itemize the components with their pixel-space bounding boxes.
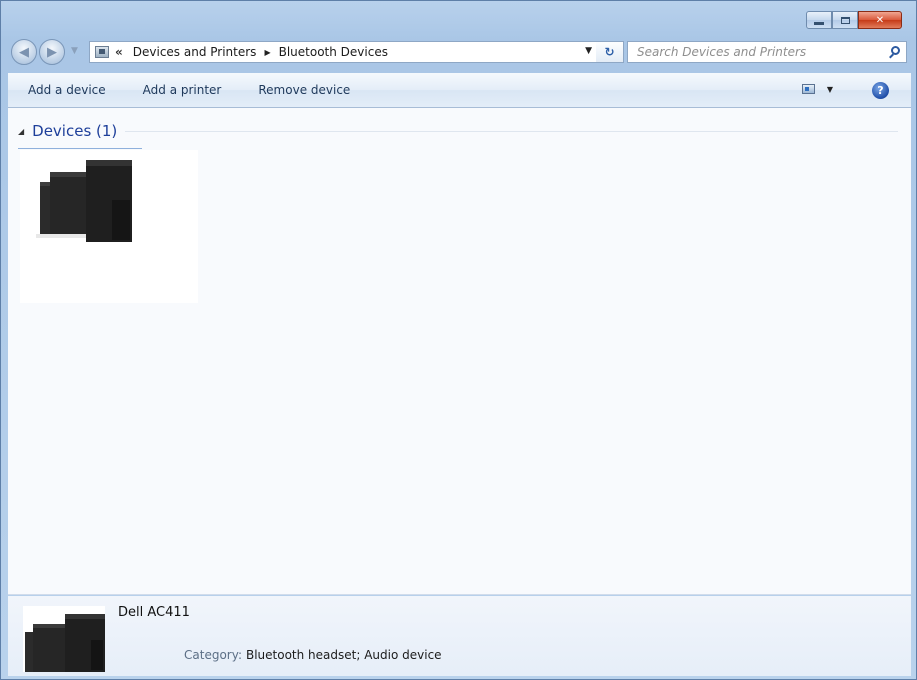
group-divider: [125, 130, 898, 132]
details-pane: Dell AC411 Category: Bluetooth headset; A…: [8, 596, 911, 676]
breadcrumb-chevron-icon[interactable]: ▶: [260, 48, 274, 57]
group-title: Devices (1): [32, 122, 118, 140]
add-printer-button[interactable]: Add a printer: [123, 83, 239, 97]
detail-category: Category: Bluetooth headset; Audio device: [184, 648, 442, 662]
caption-buttons: ✕: [806, 11, 902, 29]
detail-category-label: Category:: [184, 648, 242, 662]
refresh-icon: ↻: [604, 45, 615, 59]
change-view-button[interactable]: ▼: [801, 84, 833, 94]
back-button[interactable]: ◀: [11, 39, 37, 65]
minimize-icon: [814, 21, 824, 25]
command-bar: Add a device Add a printer Remove device…: [8, 73, 911, 108]
search-input[interactable]: [637, 43, 877, 61]
maximize-icon: [840, 16, 850, 24]
breadcrumb-bluetooth-devices[interactable]: Bluetooth Devices: [275, 45, 392, 59]
search-icon[interactable]: [891, 46, 900, 55]
help-icon[interactable]: ?: [872, 82, 889, 99]
chevron-down-icon[interactable]: ▼: [827, 85, 833, 94]
devices-printers-icon: [95, 46, 109, 58]
view-icon: [801, 84, 815, 94]
forward-arrow-icon: ▶: [47, 44, 57, 60]
speaker-icon: [36, 160, 132, 242]
navigation-bar: ◀ ▶ ▼ « Devices and Printers ▶ Bluetooth…: [9, 38, 909, 68]
group-underline: [18, 148, 142, 149]
detail-device-name: Dell AC411: [118, 605, 190, 620]
recent-pages-button[interactable]: ▼: [71, 46, 78, 56]
add-device-button[interactable]: Add a device: [8, 83, 123, 97]
address-dropdown-icon[interactable]: ▼: [585, 46, 592, 56]
refresh-button[interactable]: ↻: [596, 41, 624, 63]
speaker-icon: [25, 614, 105, 672]
maximize-button[interactable]: [832, 11, 858, 29]
explorer-window: ✕ ◀ ▶ ▼ « Devices and Printers ▶ Bluetoo…: [0, 0, 917, 680]
group-header-devices[interactable]: ◢ Devices (1): [18, 121, 898, 141]
close-icon: ✕: [875, 14, 885, 26]
devices-view: ◢ Devices (1): [8, 108, 911, 595]
detail-thumbnail: [23, 606, 105, 672]
search-box[interactable]: [627, 41, 907, 63]
device-tile-dell-ac411[interactable]: [20, 150, 198, 303]
back-arrow-icon: ◀: [19, 44, 29, 60]
detail-category-value: Bluetooth headset; Audio device: [245, 648, 442, 662]
address-bar[interactable]: « Devices and Printers ▶ Bluetooth Devic…: [89, 41, 597, 63]
collapse-triangle-icon[interactable]: ◢: [18, 127, 24, 136]
breadcrumb-overflow[interactable]: «: [115, 45, 123, 59]
minimize-button[interactable]: [806, 11, 832, 29]
breadcrumb-devices-and-printers[interactable]: Devices and Printers: [129, 45, 261, 59]
forward-button[interactable]: ▶: [39, 39, 65, 65]
remove-device-button[interactable]: Remove device: [238, 83, 367, 97]
close-button[interactable]: ✕: [858, 11, 902, 29]
